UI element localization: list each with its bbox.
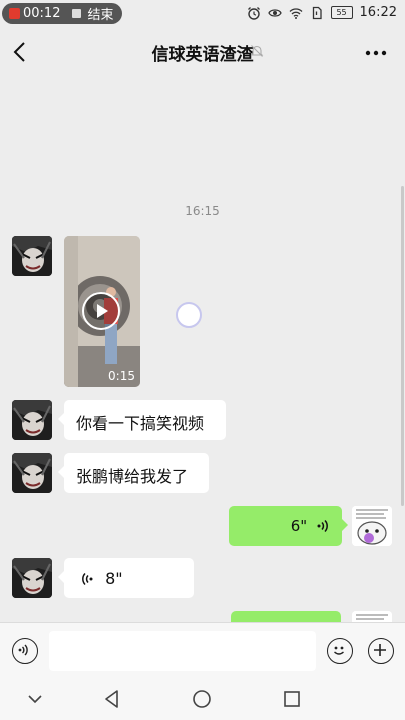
chat-header: 信球英语渣渣 <box>0 28 405 76</box>
more-functions-button[interactable] <box>368 638 394 664</box>
emoji-button[interactable] <box>327 638 353 664</box>
record-time: 00:12 <box>23 6 61 21</box>
nav-home-icon[interactable] <box>191 688 213 710</box>
voice-duration: 8" <box>105 569 123 588</box>
message-text: 张鹏博给我发了 <box>76 467 189 486</box>
voice-wave-icon <box>82 572 93 586</box>
wifi-icon <box>289 7 302 19</box>
alarm-icon <box>247 6 260 20</box>
sim-card-icon <box>312 6 322 19</box>
status-clock: 16:22 <box>359 5 397 20</box>
my-avatar[interactable] <box>352 611 392 622</box>
scrollbar[interactable] <box>401 186 404 506</box>
smiley-icon <box>334 646 344 655</box>
screen-recording-pill[interactable]: 00:12 结束 <box>2 3 122 24</box>
chevron-down-icon[interactable] <box>24 688 46 710</box>
eye-icon <box>267 8 282 17</box>
video-message[interactable]: 0:15 <box>64 236 140 387</box>
record-icon <box>9 8 20 19</box>
incoming-text-bubble[interactable]: 你看一下搞笑视频 <box>58 400 226 440</box>
nav-back-icon[interactable] <box>101 688 123 710</box>
contact-avatar[interactable] <box>12 453 52 493</box>
battery-icon: 55 <box>330 6 353 19</box>
incoming-text-bubble[interactable]: 张鹏博给我发了 <box>58 453 209 493</box>
message-timestamp: 16:15 <box>185 204 220 218</box>
plus-icon <box>374 644 386 656</box>
my-avatar[interactable] <box>352 506 392 546</box>
play-icon[interactable] <box>82 292 120 330</box>
voice-duration: 6" <box>290 517 308 535</box>
status-bar: 00:12 结束 55 16:22 <box>0 0 405 28</box>
voice-icon <box>18 644 28 656</box>
message-input[interactable] <box>49 631 316 671</box>
outgoing-bubble-partial[interactable] <box>231 611 341 622</box>
end-recording-label[interactable]: 结束 <box>87 4 113 23</box>
nav-recents-icon[interactable] <box>281 688 303 710</box>
input-bar <box>0 622 405 679</box>
more-options-icon[interactable] <box>365 50 387 56</box>
contact-avatar[interactable] <box>12 236 52 276</box>
stop-icon <box>72 9 82 18</box>
incoming-voice-bubble[interactable]: 8" <box>58 558 194 598</box>
contact-avatar[interactable] <box>12 400 52 440</box>
message-text: 你看一下搞笑视频 <box>76 414 205 433</box>
contact-avatar[interactable] <box>12 558 52 598</box>
voice-input-button[interactable] <box>12 638 38 664</box>
message-list[interactable]: 16:15 0:15 你看一下搞笑视频 张鹏博给我发了 6" 8" <box>0 76 405 622</box>
system-nav-bar <box>0 678 405 720</box>
chat-title: 信球英语渣渣 <box>151 45 254 65</box>
mute-bell-icon <box>250 45 264 57</box>
outgoing-voice-bubble[interactable]: 6" <box>229 506 348 546</box>
video-duration: 0:15 <box>108 369 135 383</box>
loading-indicator <box>176 302 202 328</box>
voice-wave-icon <box>317 519 328 533</box>
